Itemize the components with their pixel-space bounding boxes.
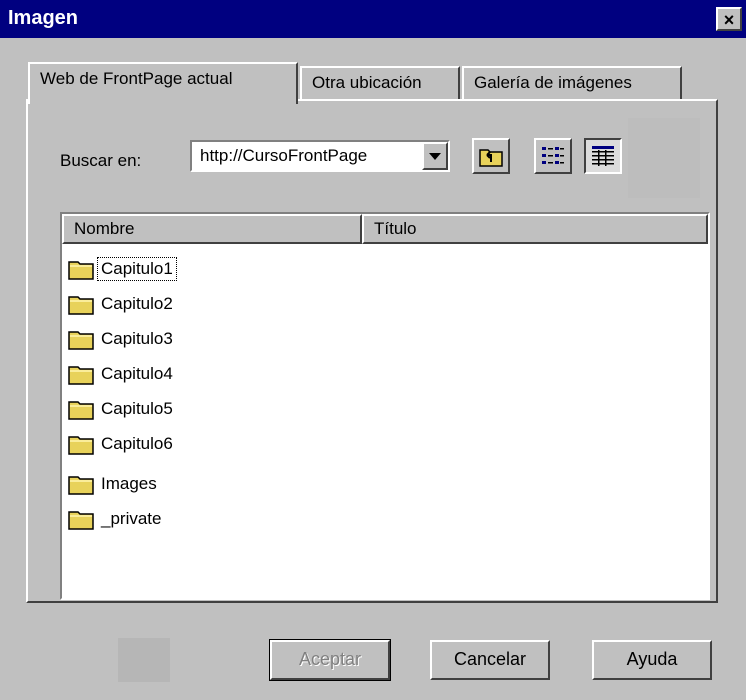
help-button[interactable]: Ayuda bbox=[592, 640, 712, 680]
list-item[interactable]: Capitulo5 bbox=[68, 394, 176, 424]
blank-area bbox=[628, 118, 700, 198]
list-item[interactable]: _private bbox=[68, 504, 164, 534]
up-folder-button[interactable] bbox=[472, 138, 510, 174]
file-list[interactable]: Nombre Título Capitulo1 Capitulo2 Capitu… bbox=[60, 212, 710, 600]
folder-icon bbox=[68, 261, 94, 280]
folder-icon bbox=[68, 331, 94, 350]
details-view-button[interactable] bbox=[584, 138, 622, 174]
tab-label: Galería de imágenes bbox=[474, 73, 632, 92]
item-name: Capitulo2 bbox=[101, 294, 173, 313]
details-view-icon bbox=[592, 146, 614, 166]
tab-galeria-imagenes[interactable]: Galería de imágenes bbox=[462, 66, 682, 102]
list-item[interactable]: Images bbox=[68, 469, 160, 499]
list-item[interactable]: Capitulo3 bbox=[68, 324, 176, 354]
item-name: _private bbox=[101, 509, 162, 528]
chevron-down-icon[interactable] bbox=[422, 142, 448, 170]
up-folder-icon bbox=[479, 149, 503, 167]
tab-label: Web de FrontPage actual bbox=[40, 69, 233, 88]
location-value: http://CursoFrontPage bbox=[200, 146, 368, 165]
search-label: Buscar en: bbox=[60, 151, 142, 170]
item-name: Capitulo6 bbox=[101, 434, 173, 453]
list-item[interactable]: Capitulo6 bbox=[68, 429, 176, 459]
list-view-icon bbox=[542, 147, 564, 164]
close-icon: × bbox=[723, 10, 735, 30]
tab-otra-ubicacion[interactable]: Otra ubicación bbox=[300, 66, 460, 102]
item-name: Capitulo4 bbox=[101, 364, 173, 383]
item-name: Capitulo1 bbox=[97, 257, 177, 281]
list-view-button[interactable] bbox=[534, 138, 572, 174]
folder-icon bbox=[68, 296, 94, 315]
accept-button[interactable]: Aceptar bbox=[269, 639, 391, 681]
tab-web-frontpage[interactable]: Web de FrontPage actual bbox=[28, 62, 298, 104]
tab-label: Otra ubicación bbox=[312, 73, 422, 92]
folder-icon bbox=[68, 401, 94, 420]
blank-block bbox=[118, 638, 170, 682]
folder-icon bbox=[68, 436, 94, 455]
folder-icon bbox=[68, 511, 94, 530]
location-combo[interactable]: http://CursoFrontPage bbox=[190, 140, 450, 172]
cancel-button[interactable]: Cancelar bbox=[430, 640, 550, 680]
folder-icon bbox=[68, 476, 94, 495]
list-item[interactable]: Capitulo2 bbox=[68, 289, 176, 319]
folder-icon bbox=[68, 366, 94, 385]
list-item[interactable]: Capitulo4 bbox=[68, 359, 176, 389]
close-button[interactable]: × bbox=[716, 7, 742, 31]
item-name: Images bbox=[101, 474, 157, 493]
item-name: Capitulo5 bbox=[101, 399, 173, 418]
column-header-nombre[interactable]: Nombre bbox=[62, 214, 362, 244]
title-bar: Imagen × bbox=[0, 0, 746, 38]
item-name: Capitulo3 bbox=[101, 329, 173, 348]
list-item[interactable]: Capitulo1 bbox=[68, 254, 177, 284]
column-header-titulo[interactable]: Título bbox=[362, 214, 708, 244]
window-title: Imagen bbox=[8, 7, 79, 29]
